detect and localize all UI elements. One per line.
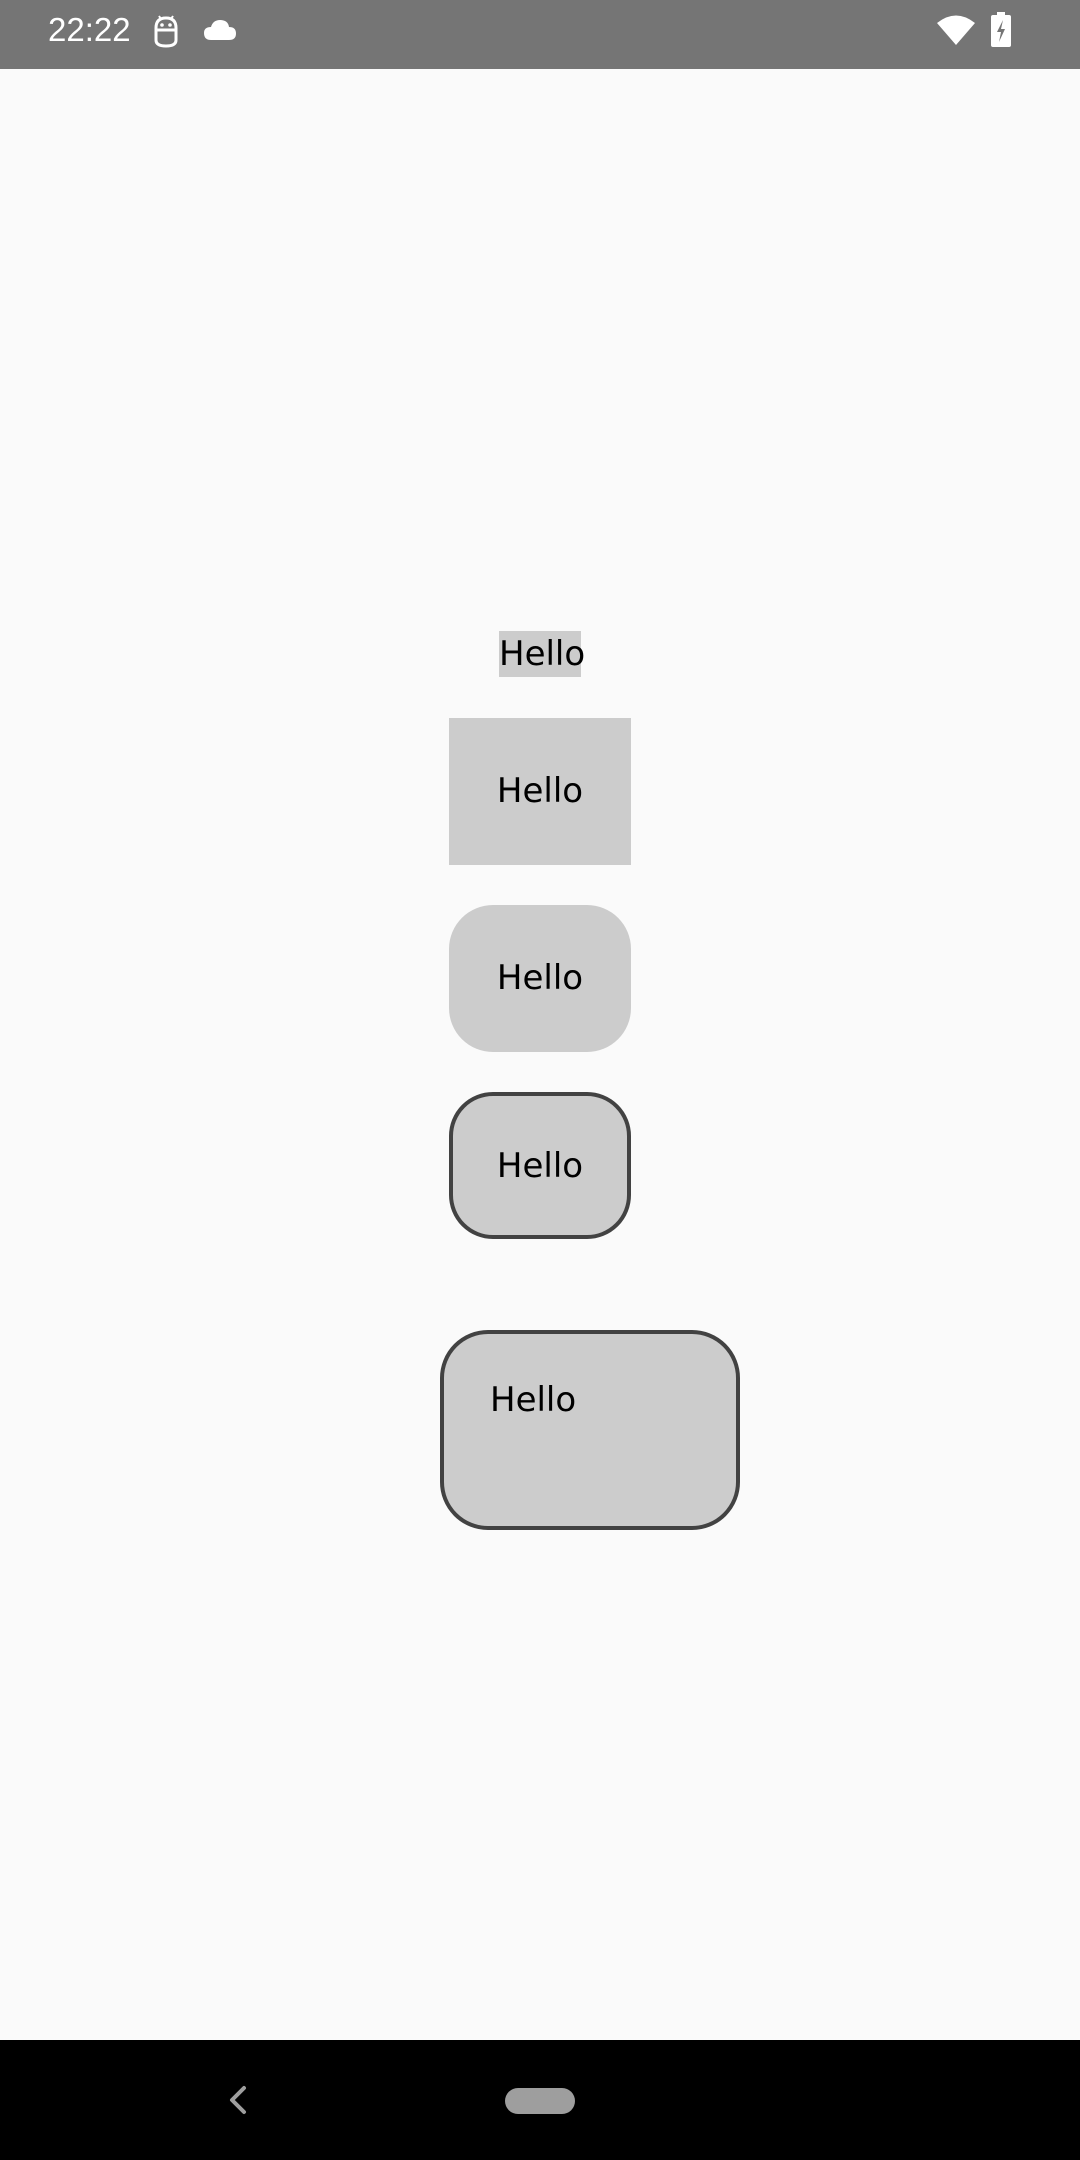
navigation-bar <box>0 2040 1080 2160</box>
content-area: Hello Hello Hello Hello Hello <box>0 69 1080 2040</box>
hello-label: Hello <box>496 958 584 998</box>
hello-box-padded: Hello <box>449 718 631 865</box>
hello-box-rounded-bordered: Hello <box>449 1092 631 1239</box>
hello-label: Hello <box>499 634 586 674</box>
hello-box-rounded: Hello <box>449 905 631 1052</box>
wifi-icon <box>936 14 976 46</box>
hello-box-wide-bordered: Hello <box>440 1330 740 1530</box>
hello-text-plain: Hello <box>499 631 586 677</box>
home-pill-icon[interactable] <box>505 2088 575 2114</box>
android-debug-icon <box>150 14 182 48</box>
status-time: 22:22 <box>48 11 131 48</box>
back-icon[interactable] <box>218 2080 258 2120</box>
cloud-icon <box>202 18 238 42</box>
hello-label: Hello <box>490 1380 577 1420</box>
battery-charging-icon <box>989 12 1013 48</box>
hello-label: Hello <box>496 771 584 811</box>
hello-label: Hello <box>496 1146 584 1186</box>
status-bar: 22:22 <box>0 0 1080 69</box>
